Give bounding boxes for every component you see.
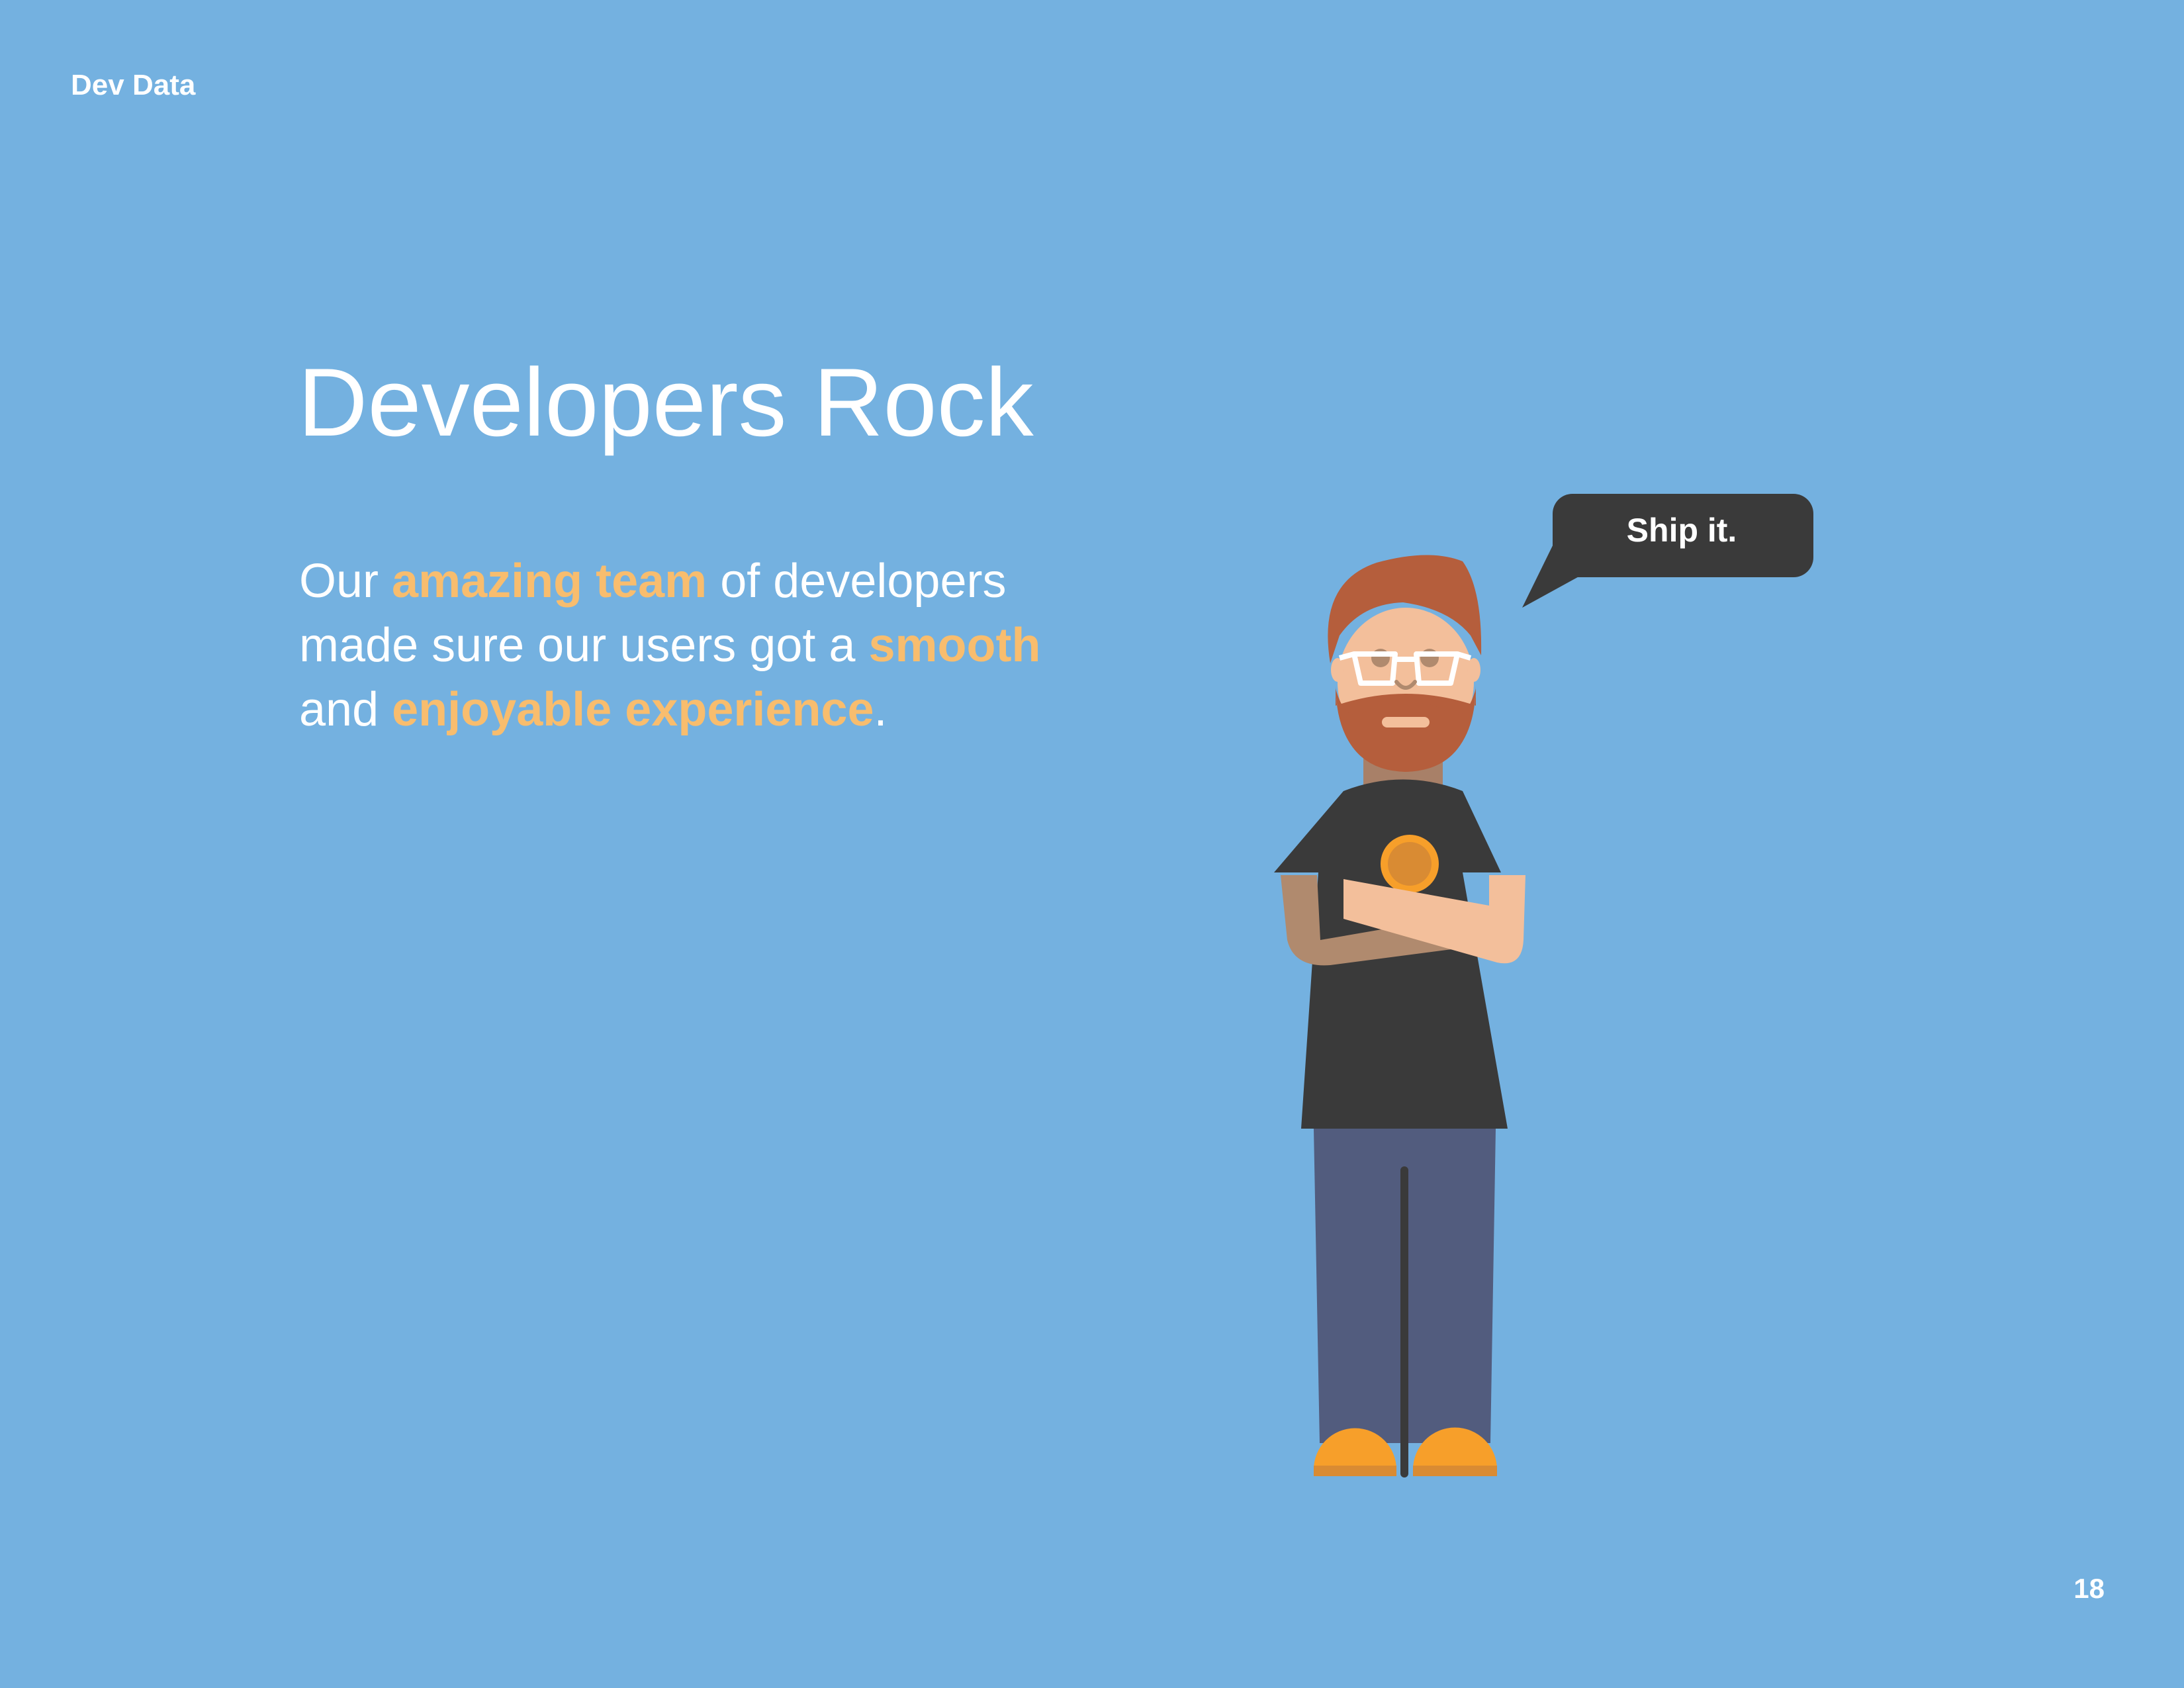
highlight-smooth: smooth [868,619,1041,672]
left-shoe-sole [1314,1466,1396,1476]
highlight-amazing-team: amazing team [392,555,707,608]
shirt-logo-inner [1388,842,1432,886]
header-label: Dev Data [71,69,196,101]
head-group [1328,555,1482,772]
pants-seam [1400,1166,1408,1477]
body-text-segment: and [299,683,392,736]
body-text-segment: of developers [707,555,1007,608]
page-number: 18 [2073,1573,2105,1604]
body-text-segment: Our [299,555,392,608]
page-title: Developers Rock [298,348,1034,456]
highlight-enjoyable-experience: enjoyable experience [392,683,874,736]
developer-character-illustration [1274,494,1813,1477]
body-text-segment: . [874,683,887,736]
right-shoe-sole [1413,1466,1497,1476]
mouth-shape [1382,717,1430,727]
ear-left [1331,658,1344,682]
speech-bubble-text: Ship it. [1626,512,1737,549]
body-paragraph: Our amazing team of developers made sure … [299,549,1160,742]
ear-right [1467,658,1480,682]
body-text-segment: made sure our users got a [299,619,869,672]
